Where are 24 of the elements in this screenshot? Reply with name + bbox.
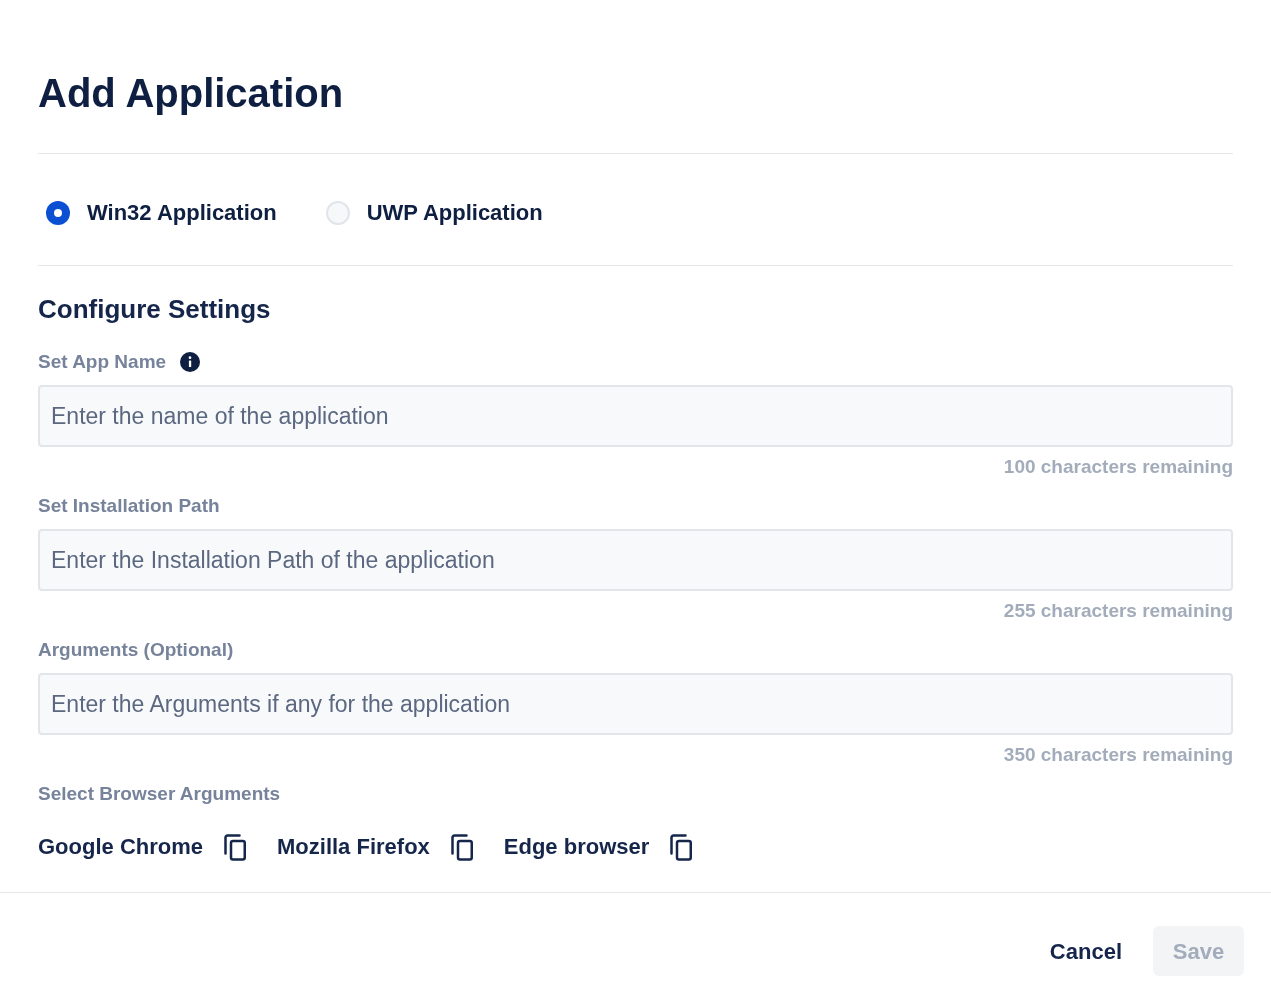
browser-name: Mozilla Firefox <box>277 833 430 861</box>
cancel-button[interactable]: Cancel <box>1033 926 1138 976</box>
field-label: Select Browser Arguments <box>38 782 281 806</box>
copy-icon[interactable] <box>449 833 474 861</box>
character-count: 255 characters remaining <box>1003 599 1233 623</box>
copy-icon[interactable] <box>223 833 247 861</box>
browser-name: Edge browser <box>503 833 650 861</box>
radio-option[interactable]: Win32 Application <box>46 197 277 228</box>
section-title: Configure Settings <box>38 294 271 324</box>
text-input-field[interactable]: Enter the Installation Path of the application <box>38 529 1233 591</box>
info-icon[interactable] <box>180 352 201 372</box>
copy-icon[interactable] <box>669 833 694 861</box>
text-input-field[interactable]: Enter the name of the application <box>38 385 1233 447</box>
dialog-title: Add Application <box>38 70 344 117</box>
radio-option[interactable]: UWP Application <box>325 197 543 228</box>
text-input-field[interactable]: Enter the Arguments if any for the application <box>38 673 1233 735</box>
field-label: Set App Name <box>38 350 167 374</box>
field-label: Arguments (Optional) <box>38 638 234 662</box>
browser-name: Google Chrome <box>38 833 203 861</box>
field-label: Set Installation Path <box>38 494 220 518</box>
character-count: 100 characters remaining <box>1003 455 1233 479</box>
radio-unselected-icon[interactable] <box>325 200 350 225</box>
character-count: 350 characters remaining <box>1003 743 1233 767</box>
radio-selected-icon[interactable] <box>46 200 70 225</box>
